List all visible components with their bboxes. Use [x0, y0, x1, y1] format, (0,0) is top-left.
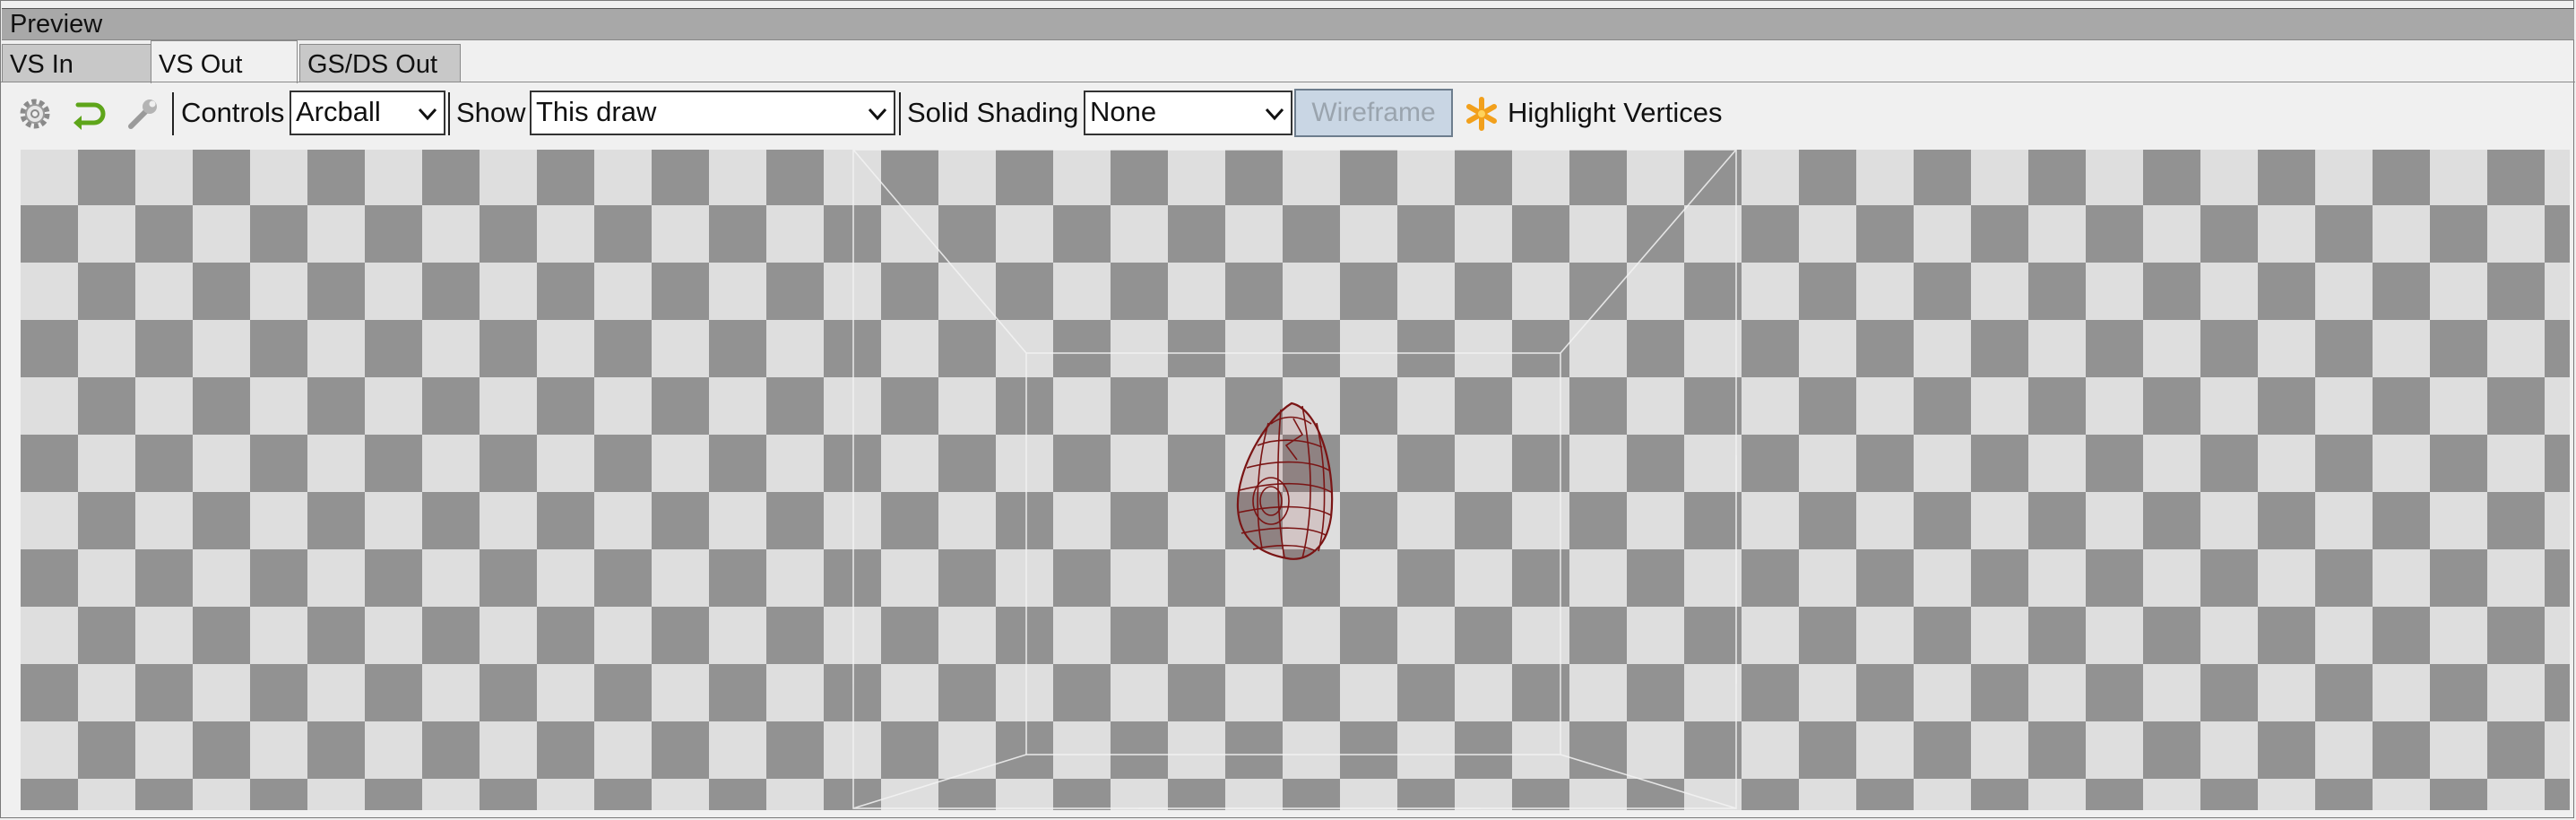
- frustum-and-mesh: [852, 150, 1737, 809]
- wrench-icon[interactable]: [125, 96, 160, 132]
- panel-title: Preview: [10, 10, 103, 39]
- preview-panel: Preview VS In VS Out GS/DS Out Controls: [0, 0, 2576, 818]
- toolbar-separator: [172, 92, 174, 135]
- toolbar-separator: [899, 92, 901, 135]
- tab-vs-out[interactable]: VS Out: [151, 40, 298, 83]
- tab-gs-ds-out[interactable]: GS/DS Out: [299, 44, 461, 82]
- show-select[interactable]: This draw: [530, 91, 895, 135]
- solid-shading-select-value: None: [1090, 96, 1157, 127]
- solid-shading-label: Solid Shading: [907, 97, 1079, 128]
- tab-vs-in[interactable]: VS In: [2, 44, 151, 82]
- tab-bar: VS In VS Out GS/DS Out: [1, 40, 2576, 83]
- controls-label: Controls: [181, 97, 285, 128]
- highlight-vertices-toggle[interactable]: Highlight Vertices: [1508, 85, 1723, 141]
- gear-icon[interactable]: [17, 96, 53, 132]
- panel-title-bar: Preview: [2, 8, 2574, 40]
- show-label-wrap: Show: [456, 85, 526, 141]
- highlight-asterisk-icon[interactable]: [1464, 96, 1500, 132]
- solid-shading-label-wrap: Solid Shading: [907, 85, 1078, 141]
- show-select-value: This draw: [536, 96, 657, 127]
- chevron-down-icon: [1265, 108, 1284, 121]
- preview-viewport[interactable]: [21, 150, 2570, 810]
- solid-shading-select[interactable]: None: [1084, 91, 1292, 135]
- toolbar: Controls Arcball Show This draw Solid Sh…: [1, 85, 2576, 141]
- wireframe-mesh: [1236, 401, 1334, 560]
- highlight-vertices-label: Highlight Vertices: [1508, 97, 1723, 128]
- wireframe-button[interactable]: Wireframe: [1294, 89, 1453, 137]
- chevron-down-icon: [418, 108, 437, 121]
- chevron-down-icon: [868, 108, 887, 121]
- toolbar-separator: [448, 92, 450, 135]
- controls-label-wrap: Controls: [181, 85, 284, 141]
- controls-select[interactable]: Arcball: [290, 91, 445, 135]
- controls-select-value: Arcball: [296, 96, 381, 127]
- show-label: Show: [456, 97, 526, 128]
- reset-arrow-icon[interactable]: [71, 96, 107, 132]
